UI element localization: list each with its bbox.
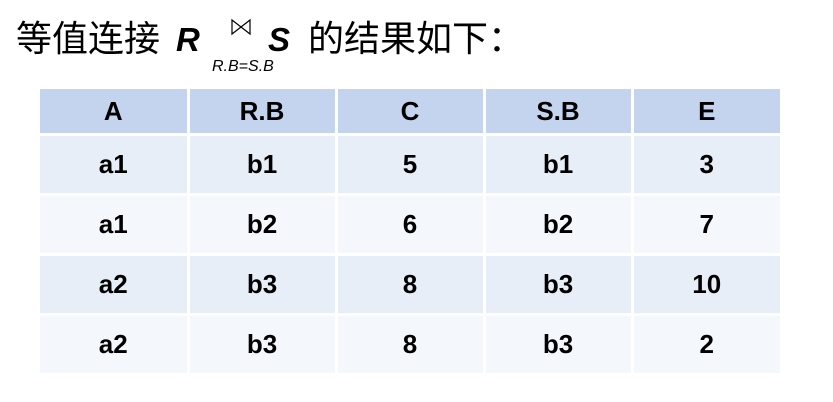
table-cell: 3 xyxy=(632,134,780,196)
table-cell: b1 xyxy=(484,134,634,196)
table-cell: a1 xyxy=(40,194,190,256)
table-cell: a2 xyxy=(40,254,190,316)
table-cell: b1 xyxy=(188,134,338,196)
header-cell-c: C xyxy=(336,89,486,136)
heading-prefix: 等值连接 xyxy=(16,19,161,60)
table-cell: 8 xyxy=(336,254,486,316)
table-cell: 10 xyxy=(632,254,780,316)
table-cell: 5 xyxy=(336,134,486,196)
table-cell: b2 xyxy=(484,194,634,256)
table-row: a1 b2 6 b2 7 xyxy=(40,194,780,256)
left-relation: R xyxy=(176,21,200,58)
heading-suffix: 的结果如下： xyxy=(308,19,525,60)
table-cell: a1 xyxy=(40,134,190,196)
table-cell: 2 xyxy=(632,314,780,376)
join-icon xyxy=(231,18,251,36)
join-condition: R.B=S.B xyxy=(212,58,274,75)
table-cell: b3 xyxy=(188,314,338,376)
table-cell: b3 xyxy=(188,254,338,316)
table-cell: b3 xyxy=(484,314,634,376)
table-cell: a2 xyxy=(40,314,190,376)
header-cell-e: E xyxy=(632,89,780,136)
table-cell: 7 xyxy=(632,194,780,256)
table-cell: b3 xyxy=(484,254,634,316)
table-row: a2 b3 8 b3 2 xyxy=(40,314,780,376)
table-header-row: A R.B C S.B E xyxy=(40,89,780,136)
header-cell-s-b: S.B xyxy=(484,89,634,136)
header-cell-a: A xyxy=(40,89,190,136)
table-cell: 8 xyxy=(336,314,486,376)
table-cell: 6 xyxy=(336,194,486,256)
table-cell: b2 xyxy=(188,194,338,256)
header-cell-r-b: R.B xyxy=(188,89,338,136)
table-row: a2 b3 8 b3 10 xyxy=(40,254,780,316)
result-table: A R.B C S.B E a1 b1 5 b1 3 a1 b2 6 b2 7 … xyxy=(40,89,780,376)
right-relation: S xyxy=(268,21,291,58)
table-row: a1 b1 5 b1 3 xyxy=(40,134,780,196)
